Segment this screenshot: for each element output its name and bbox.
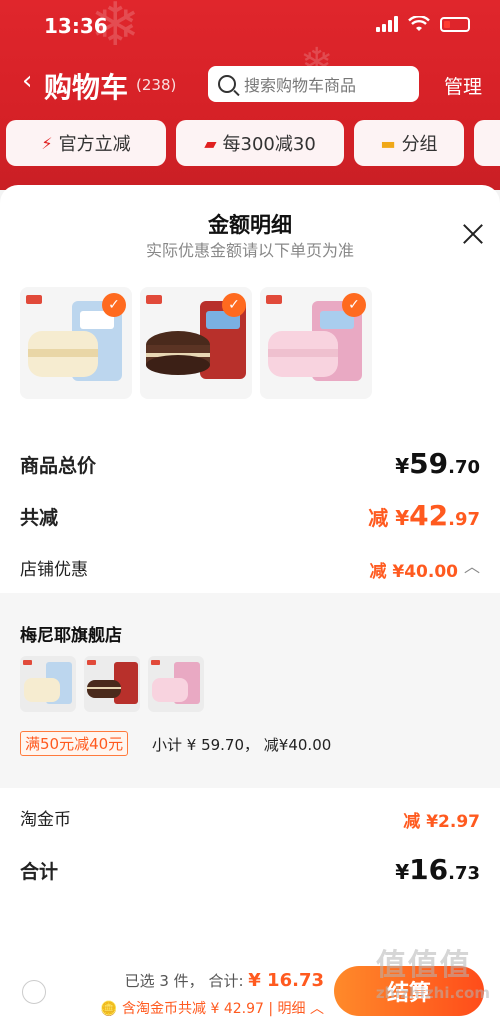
store-detail-box: 梅尼耶旗舰店 满50元减40元 小计 ¥ 59.70， 减¥40.00 xyxy=(0,593,500,788)
promo-tag: 满50元减40元 xyxy=(20,731,129,756)
status-icons xyxy=(376,16,470,32)
amount-detail-sheet: 金额明细 实际优惠金额请以下单页为准 ✓ ✓ ✓ 商品总价 ¥59.70 共减 … xyxy=(0,185,500,1027)
price-integer: 59 xyxy=(409,447,449,480)
filter-more[interactable] xyxy=(474,120,500,166)
check-icon: ✓ xyxy=(342,293,366,317)
filter-row: ⚡ 官方立减 ▰ 每300减30 ▬ 分组 xyxy=(0,118,500,168)
status-bar: 13:36 xyxy=(0,0,500,50)
watermark: 值值值 zhizhizhi.com xyxy=(376,940,490,1002)
product-thumbnail[interactable]: ✓ xyxy=(20,287,132,399)
filter-group[interactable]: ▬ 分组 xyxy=(354,120,464,166)
total-price-label: 商品总价 xyxy=(20,455,97,477)
total-discount-value: 减 ¥42.97 xyxy=(368,499,480,532)
price-decimal: .97 xyxy=(448,509,480,530)
total-price-value: ¥59.70 xyxy=(395,447,480,480)
search-icon xyxy=(218,75,236,93)
check-icon: ✓ xyxy=(222,293,246,317)
product-thumbnail[interactable]: ✓ xyxy=(260,287,372,399)
header: ❄ ❄ 13:36 ‹ 购物车 (238) 搜索购物车商品 管理 ⚡ 官方立减 xyxy=(0,0,500,190)
signal-icon xyxy=(376,16,398,32)
store-subtotal: 小计 ¥ 59.70， 减¥40.00 xyxy=(152,736,332,754)
sum-label: 合计 xyxy=(20,861,59,883)
watermark-url: zhizhizhi.com xyxy=(375,984,490,1002)
search-placeholder: 搜索购物车商品 xyxy=(244,76,357,95)
sum-row: 合计 ¥16.73 xyxy=(20,853,480,893)
filter-300-minus-30[interactable]: ▰ 每300减30 xyxy=(176,120,344,166)
currency-symbol: ¥ xyxy=(395,454,410,478)
store-discount-row[interactable]: 店铺优惠 减 ¥40.00 ︿ xyxy=(20,555,480,585)
chevron-up-icon[interactable]: ︿ xyxy=(464,553,480,577)
watermark-logo: 值值值 xyxy=(375,948,472,983)
filter-label: 官方立减 xyxy=(58,134,131,155)
store-product-thumbnails xyxy=(20,656,204,712)
chevron-up-icon: ︿ xyxy=(310,1001,324,1017)
back-icon[interactable]: ‹ xyxy=(22,66,32,96)
store-discount-label: 店铺优惠 xyxy=(20,560,88,580)
price-decimal: .70 xyxy=(448,457,480,478)
coin-icon: 🪙 xyxy=(100,1001,118,1017)
coin-note-text: 含淘金币共减 ¥ 42.97 | 明细 xyxy=(122,1001,306,1017)
total-price-row: 商品总价 ¥59.70 xyxy=(20,447,480,487)
store-discount-value: 减 ¥40.00 xyxy=(369,562,458,582)
store-name[interactable]: 梅尼耶旗舰店 xyxy=(20,621,122,646)
lightning-icon: ⚡ xyxy=(41,133,53,153)
nav-bar: ‹ 购物车 (238) 搜索购物车商品 管理 xyxy=(0,62,500,106)
coin-row: 淘金币 减 ¥2.97 xyxy=(20,805,480,835)
coupon-icon: ▰ xyxy=(204,133,217,153)
filter-official-discount[interactable]: ⚡ 官方立减 xyxy=(6,120,166,166)
filter-label: 分组 xyxy=(401,134,438,155)
product-thumbnail[interactable]: ✓ xyxy=(140,287,252,399)
selected-summary: 已选 3 件， 合计: ¥ 16.73 xyxy=(125,970,324,991)
mini-product-thumbnail xyxy=(20,656,76,712)
cart-count: (238) xyxy=(136,76,177,94)
selected-total: ¥ 16.73 xyxy=(248,970,324,991)
battery-icon xyxy=(440,16,470,32)
search-input[interactable]: 搜索购物车商品 xyxy=(208,66,419,102)
close-icon[interactable] xyxy=(460,221,486,247)
coin-note[interactable]: 🪙 含淘金币共减 ¥ 42.97 | 明细 ︿ xyxy=(100,998,324,1018)
total-discount-row: 共减 减 ¥42.97 xyxy=(20,499,480,539)
total-discount-label: 共减 xyxy=(20,507,59,529)
sheet-subtitle: 实际优惠金额请以下单页为准 xyxy=(145,241,354,260)
product-thumbnails: ✓ ✓ ✓ xyxy=(20,287,372,399)
check-icon: ✓ xyxy=(102,293,126,317)
sum-value: ¥16.73 xyxy=(395,853,480,886)
mini-product-thumbnail xyxy=(148,656,204,712)
status-time: 13:36 xyxy=(44,14,108,38)
manage-button[interactable]: 管理 xyxy=(444,72,482,99)
price-integer: 42 xyxy=(409,499,449,532)
filter-label: 每300减30 xyxy=(222,134,316,155)
select-all-radio[interactable] xyxy=(22,980,46,1004)
mini-product-thumbnail xyxy=(84,656,140,712)
price-decimal: .73 xyxy=(448,863,480,884)
coin-value: 减 ¥2.97 xyxy=(403,812,480,832)
selected-count: 已选 3 件， 合计: xyxy=(124,972,249,990)
folder-icon: ▬ xyxy=(380,133,396,153)
currency-symbol: ¥ xyxy=(395,860,410,884)
sheet-title: 金额明细 xyxy=(208,213,292,237)
wifi-icon xyxy=(408,16,430,31)
discount-prefix: 减 ¥ xyxy=(368,506,410,530)
coin-label: 淘金币 xyxy=(20,810,71,830)
price-integer: 16 xyxy=(409,853,449,886)
page-title: 购物车 xyxy=(44,71,129,104)
